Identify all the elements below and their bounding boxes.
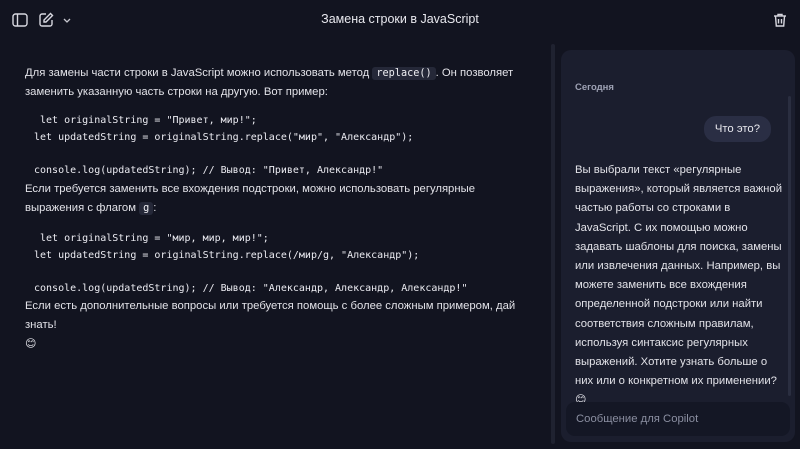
paragraph-text: Если требуется заменить все вхождения по…	[25, 183, 475, 214]
date-label: Сегодня	[575, 82, 614, 93]
paragraph-text: Если есть дополнительные вопросы или тре…	[25, 300, 516, 331]
code-block-2[interactable]: let originalString = "мир, мир, мир!"; l…	[34, 231, 467, 297]
code-block-1[interactable]: let originalString = "Привет, мир!"; let…	[34, 113, 413, 179]
chat-content: Для замены части строки в JavaScript мож…	[0, 40, 548, 449]
assistant-message: Вы выбрали текст «регулярные выражения»,…	[575, 161, 783, 411]
assistant-message-text: Вы выбрали текст «регулярные выражения»,…	[575, 164, 783, 388]
smile-emoji-icon: 😊	[25, 338, 37, 350]
top-bar: Замена строки в JavaScript	[0, 0, 800, 40]
panel-scrollbar[interactable]	[788, 96, 791, 396]
copilot-panel: Сегодня Что это? Вы выбрали текст «регул…	[561, 50, 795, 442]
inline-code-g: g	[139, 202, 154, 215]
inline-code-replace: replace()	[372, 67, 436, 80]
trash-icon[interactable]	[771, 11, 789, 29]
user-message-bubble: Что это?	[703, 116, 771, 142]
message-paragraph-1: Для замены части строки в JavaScript мож…	[25, 64, 525, 102]
message-input[interactable]	[566, 402, 790, 436]
message-paragraph-3: Если есть дополнительные вопросы или тре…	[25, 297, 525, 354]
paragraph-text: :	[153, 202, 157, 214]
page-title: Замена строки в JavaScript	[321, 12, 479, 26]
main-scrollbar[interactable]	[551, 44, 555, 444]
copilot-input-box[interactable]	[566, 402, 790, 436]
paragraph-text: Для замены части строки в JavaScript мож…	[25, 67, 373, 79]
message-paragraph-2: Если требуется заменить все вхождения по…	[25, 180, 525, 218]
